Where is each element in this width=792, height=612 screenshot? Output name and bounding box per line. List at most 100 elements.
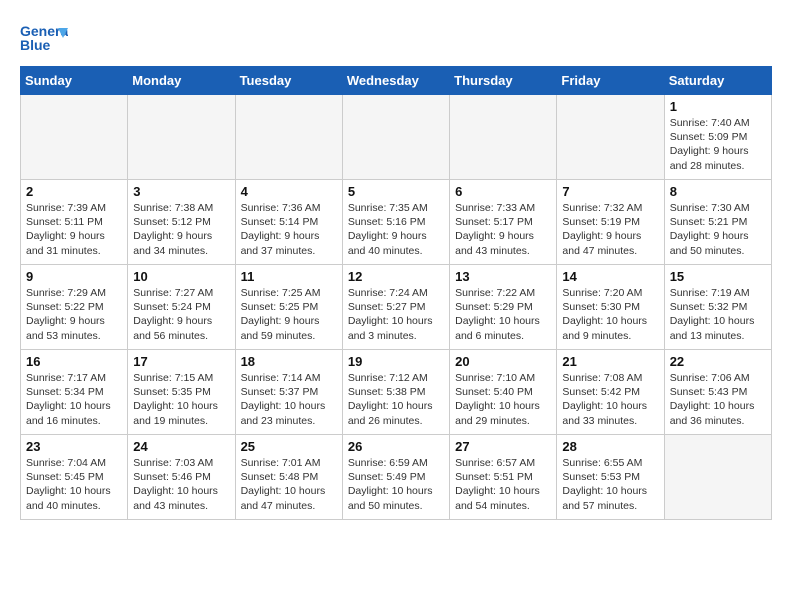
logo: General Blue bbox=[20, 20, 70, 56]
day-info: Sunrise: 7:36 AM Sunset: 5:14 PM Dayligh… bbox=[241, 201, 337, 258]
day-number: 11 bbox=[241, 269, 337, 284]
day-number: 13 bbox=[455, 269, 551, 284]
calendar-cell bbox=[450, 95, 557, 180]
day-info: Sunrise: 7:20 AM Sunset: 5:30 PM Dayligh… bbox=[562, 286, 658, 343]
calendar-header-row: SundayMondayTuesdayWednesdayThursdayFrid… bbox=[21, 67, 772, 95]
day-number: 17 bbox=[133, 354, 229, 369]
col-header-wednesday: Wednesday bbox=[342, 67, 449, 95]
day-info: Sunrise: 7:08 AM Sunset: 5:42 PM Dayligh… bbox=[562, 371, 658, 428]
day-info: Sunrise: 7:30 AM Sunset: 5:21 PM Dayligh… bbox=[670, 201, 766, 258]
day-info: Sunrise: 7:40 AM Sunset: 5:09 PM Dayligh… bbox=[670, 116, 766, 173]
day-info: Sunrise: 7:06 AM Sunset: 5:43 PM Dayligh… bbox=[670, 371, 766, 428]
day-number: 22 bbox=[670, 354, 766, 369]
calendar-cell bbox=[664, 435, 771, 520]
col-header-sunday: Sunday bbox=[21, 67, 128, 95]
calendar-week-2: 9 Sunrise: 7:29 AM Sunset: 5:22 PM Daylig… bbox=[21, 265, 772, 350]
day-number: 20 bbox=[455, 354, 551, 369]
calendar-cell: 13 Sunrise: 7:22 AM Sunset: 5:29 PM Dayli… bbox=[450, 265, 557, 350]
day-info: Sunrise: 7:39 AM Sunset: 5:11 PM Dayligh… bbox=[26, 201, 122, 258]
calendar-cell: 28 Sunrise: 6:55 AM Sunset: 5:53 PM Dayli… bbox=[557, 435, 664, 520]
calendar-cell: 15 Sunrise: 7:19 AM Sunset: 5:32 PM Dayli… bbox=[664, 265, 771, 350]
calendar-cell: 4 Sunrise: 7:36 AM Sunset: 5:14 PM Daylig… bbox=[235, 180, 342, 265]
calendar-cell: 26Sunrise: 6:59 AM Sunset: 5:49 PM Dayli… bbox=[342, 435, 449, 520]
calendar-cell: 6 Sunrise: 7:33 AM Sunset: 5:17 PM Daylig… bbox=[450, 180, 557, 265]
day-number: 19 bbox=[348, 354, 444, 369]
day-info: Sunrise: 6:57 AM Sunset: 5:51 PM Dayligh… bbox=[455, 456, 551, 513]
day-info: Sunrise: 7:27 AM Sunset: 5:24 PM Dayligh… bbox=[133, 286, 229, 343]
day-number: 8 bbox=[670, 184, 766, 199]
day-info: Sunrise: 7:29 AM Sunset: 5:22 PM Dayligh… bbox=[26, 286, 122, 343]
col-header-friday: Friday bbox=[557, 67, 664, 95]
day-info: Sunrise: 7:03 AM Sunset: 5:46 PM Dayligh… bbox=[133, 456, 229, 513]
day-info: Sunrise: 7:33 AM Sunset: 5:17 PM Dayligh… bbox=[455, 201, 551, 258]
calendar-cell bbox=[235, 95, 342, 180]
day-number: 16 bbox=[26, 354, 122, 369]
calendar-cell: 20 Sunrise: 7:10 AM Sunset: 5:40 PM Dayli… bbox=[450, 350, 557, 435]
day-info: Sunrise: 7:17 AM Sunset: 5:34 PM Dayligh… bbox=[26, 371, 122, 428]
calendar-cell: 1 Sunrise: 7:40 AM Sunset: 5:09 PM Daylig… bbox=[664, 95, 771, 180]
day-number: 14 bbox=[562, 269, 658, 284]
day-info: Sunrise: 7:10 AM Sunset: 5:40 PM Dayligh… bbox=[455, 371, 551, 428]
day-number: 4 bbox=[241, 184, 337, 199]
calendar-cell: 24 Sunrise: 7:03 AM Sunset: 5:46 PM Dayli… bbox=[128, 435, 235, 520]
calendar-cell: 16 Sunrise: 7:17 AM Sunset: 5:34 PM Dayli… bbox=[21, 350, 128, 435]
col-header-monday: Monday bbox=[128, 67, 235, 95]
calendar-cell: 22 Sunrise: 7:06 AM Sunset: 5:43 PM Dayli… bbox=[664, 350, 771, 435]
day-number: 10 bbox=[133, 269, 229, 284]
calendar-cell: 3Sunrise: 7:38 AM Sunset: 5:12 PM Daylig… bbox=[128, 180, 235, 265]
col-header-tuesday: Tuesday bbox=[235, 67, 342, 95]
day-number: 28 bbox=[562, 439, 658, 454]
day-number: 18 bbox=[241, 354, 337, 369]
day-info: Sunrise: 7:24 AM Sunset: 5:27 PM Dayligh… bbox=[348, 286, 444, 343]
day-number: 7 bbox=[562, 184, 658, 199]
calendar-cell: 7 Sunrise: 7:32 AM Sunset: 5:19 PM Daylig… bbox=[557, 180, 664, 265]
day-number: 5 bbox=[348, 184, 444, 199]
day-number: 26 bbox=[348, 439, 444, 454]
day-info: Sunrise: 7:01 AM Sunset: 5:48 PM Dayligh… bbox=[241, 456, 337, 513]
day-info: Sunrise: 7:15 AM Sunset: 5:35 PM Dayligh… bbox=[133, 371, 229, 428]
day-number: 1 bbox=[670, 99, 766, 114]
calendar-cell: 19Sunrise: 7:12 AM Sunset: 5:38 PM Dayli… bbox=[342, 350, 449, 435]
day-number: 9 bbox=[26, 269, 122, 284]
day-number: 25 bbox=[241, 439, 337, 454]
calendar-cell bbox=[128, 95, 235, 180]
calendar-cell: 10 Sunrise: 7:27 AM Sunset: 5:24 PM Dayli… bbox=[128, 265, 235, 350]
calendar-cell: 23Sunrise: 7:04 AM Sunset: 5:45 PM Dayli… bbox=[21, 435, 128, 520]
calendar-week-1: 2 Sunrise: 7:39 AM Sunset: 5:11 PM Daylig… bbox=[21, 180, 772, 265]
day-number: 2 bbox=[26, 184, 122, 199]
calendar-cell bbox=[342, 95, 449, 180]
calendar-cell bbox=[557, 95, 664, 180]
calendar-cell: 17 Sunrise: 7:15 AM Sunset: 5:35 PM Dayli… bbox=[128, 350, 235, 435]
day-info: Sunrise: 7:35 AM Sunset: 5:16 PM Dayligh… bbox=[348, 201, 444, 258]
page-header: General Blue bbox=[20, 20, 772, 56]
calendar-cell: 12 Sunrise: 7:24 AM Sunset: 5:27 PM Dayli… bbox=[342, 265, 449, 350]
calendar-week-3: 16 Sunrise: 7:17 AM Sunset: 5:34 PM Dayli… bbox=[21, 350, 772, 435]
calendar-cell: 8 Sunrise: 7:30 AM Sunset: 5:21 PM Daylig… bbox=[664, 180, 771, 265]
day-info: Sunrise: 7:32 AM Sunset: 5:19 PM Dayligh… bbox=[562, 201, 658, 258]
col-header-saturday: Saturday bbox=[664, 67, 771, 95]
calendar-week-4: 23Sunrise: 7:04 AM Sunset: 5:45 PM Dayli… bbox=[21, 435, 772, 520]
day-number: 12 bbox=[348, 269, 444, 284]
calendar-cell: 9 Sunrise: 7:29 AM Sunset: 5:22 PM Daylig… bbox=[21, 265, 128, 350]
day-number: 3 bbox=[133, 184, 229, 199]
calendar-cell: 18 Sunrise: 7:14 AM Sunset: 5:37 PM Dayli… bbox=[235, 350, 342, 435]
calendar-cell: 21Sunrise: 7:08 AM Sunset: 5:42 PM Dayli… bbox=[557, 350, 664, 435]
day-number: 15 bbox=[670, 269, 766, 284]
day-info: Sunrise: 7:22 AM Sunset: 5:29 PM Dayligh… bbox=[455, 286, 551, 343]
day-info: Sunrise: 6:55 AM Sunset: 5:53 PM Dayligh… bbox=[562, 456, 658, 513]
calendar-cell: 5 Sunrise: 7:35 AM Sunset: 5:16 PM Daylig… bbox=[342, 180, 449, 265]
calendar-cell: 25 Sunrise: 7:01 AM Sunset: 5:48 PM Dayli… bbox=[235, 435, 342, 520]
day-info: Sunrise: 7:25 AM Sunset: 5:25 PM Dayligh… bbox=[241, 286, 337, 343]
calendar-cell: 14 Sunrise: 7:20 AM Sunset: 5:30 PM Dayli… bbox=[557, 265, 664, 350]
calendar-cell: 2 Sunrise: 7:39 AM Sunset: 5:11 PM Daylig… bbox=[21, 180, 128, 265]
day-info: Sunrise: 7:19 AM Sunset: 5:32 PM Dayligh… bbox=[670, 286, 766, 343]
day-number: 6 bbox=[455, 184, 551, 199]
day-number: 23 bbox=[26, 439, 122, 454]
day-info: Sunrise: 7:14 AM Sunset: 5:37 PM Dayligh… bbox=[241, 371, 337, 428]
calendar-cell: 11 Sunrise: 7:25 AM Sunset: 5:25 PM Dayli… bbox=[235, 265, 342, 350]
day-number: 27 bbox=[455, 439, 551, 454]
svg-text:Blue: Blue bbox=[20, 37, 51, 53]
calendar-table: SundayMondayTuesdayWednesdayThursdayFrid… bbox=[20, 66, 772, 520]
logo-icon: General Blue bbox=[20, 20, 68, 56]
day-number: 24 bbox=[133, 439, 229, 454]
